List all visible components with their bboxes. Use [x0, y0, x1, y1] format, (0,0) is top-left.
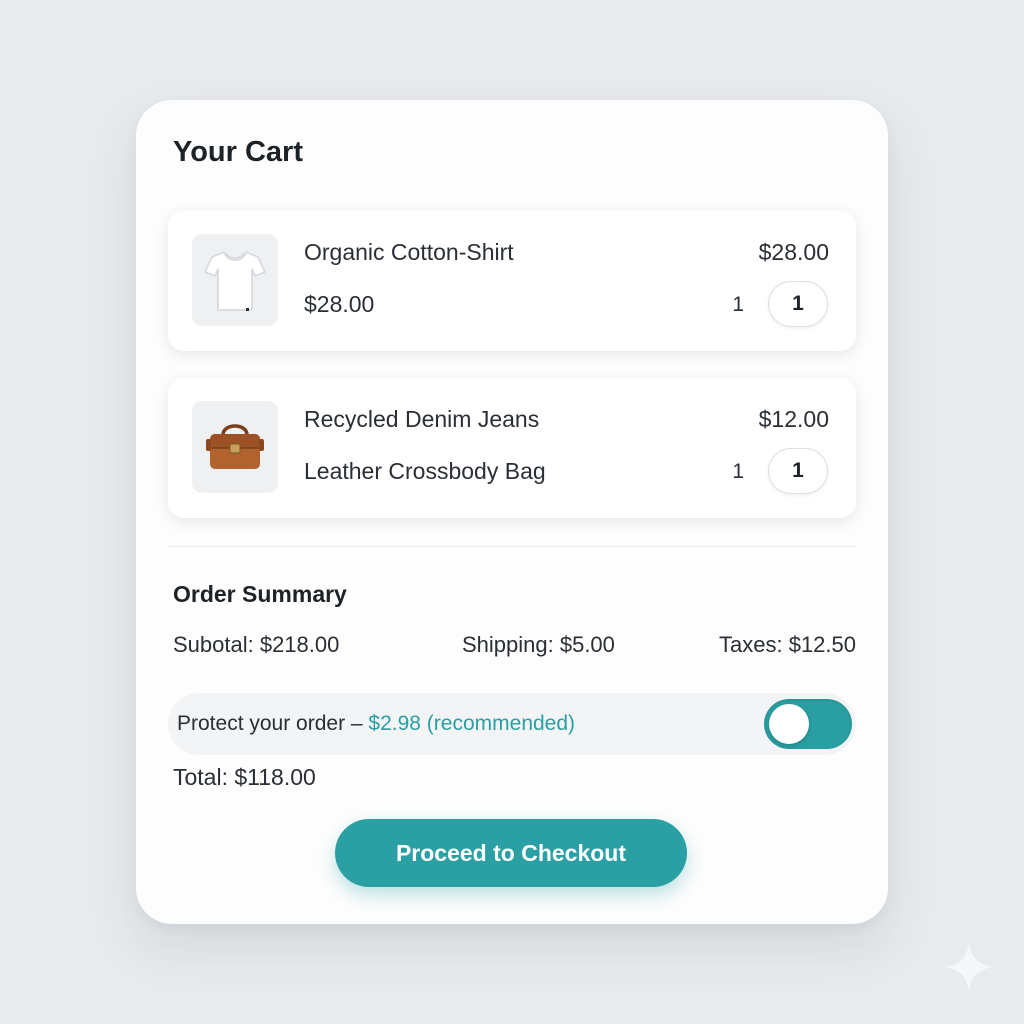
sparkle-icon [944, 942, 994, 992]
tshirt-icon [204, 251, 266, 311]
cart-item: Recycled Denim Jeans Leather Crossbody B… [168, 378, 856, 518]
product-line-total: $12.00 [758, 406, 829, 432]
toggle-knob [769, 704, 809, 744]
product-thumbnail[interactable] [192, 401, 278, 493]
order-summary-title: Order Summary [173, 581, 347, 607]
checkout-button[interactable]: Proceed to Checkout [335, 819, 687, 887]
quantity-stepper[interactable]: 1 [768, 448, 828, 494]
cart-card: Your Cart Organic Cotton-Shirt $28.00 $2… [136, 100, 888, 924]
section-divider [168, 546, 856, 547]
cart-title: Your Cart [173, 136, 303, 168]
order-protection-toggle[interactable] [764, 699, 852, 749]
product-line-total: $28.00 [758, 239, 829, 265]
product-name: Recycled Denim Jeans [304, 406, 540, 432]
taxes-value: Taxes: $12.50 [719, 632, 856, 657]
shipping-value: Shipping: $5.00 [462, 632, 615, 657]
product-name: Organic Cotton-Shirt [304, 239, 514, 265]
subtotal-value: Subotal: $218.00 [173, 632, 340, 657]
product-thumbnail[interactable] [192, 234, 278, 326]
order-total: Total: $118.00 [173, 764, 316, 790]
order-protection-price: $2.98 (recommended) [368, 712, 576, 735]
cart-item: Organic Cotton-Shirt $28.00 $28.00 1 1 [168, 211, 856, 351]
order-protection-row: Protect your order – $2.98 (recommended) [168, 693, 856, 755]
quantity-stepper[interactable]: 1 [768, 281, 828, 327]
quantity-label: 1 [732, 293, 744, 316]
product-unit-price: $28.00 [304, 291, 375, 317]
order-protection-text: Protect your order – $2.98 (recommended) [177, 712, 575, 736]
order-protection-label: Protect your order – [177, 712, 369, 735]
quantity-label: 1 [732, 460, 744, 483]
leather-bag-icon [206, 424, 264, 469]
product-name-secondary: Leather Crossbody Bag [304, 458, 546, 484]
